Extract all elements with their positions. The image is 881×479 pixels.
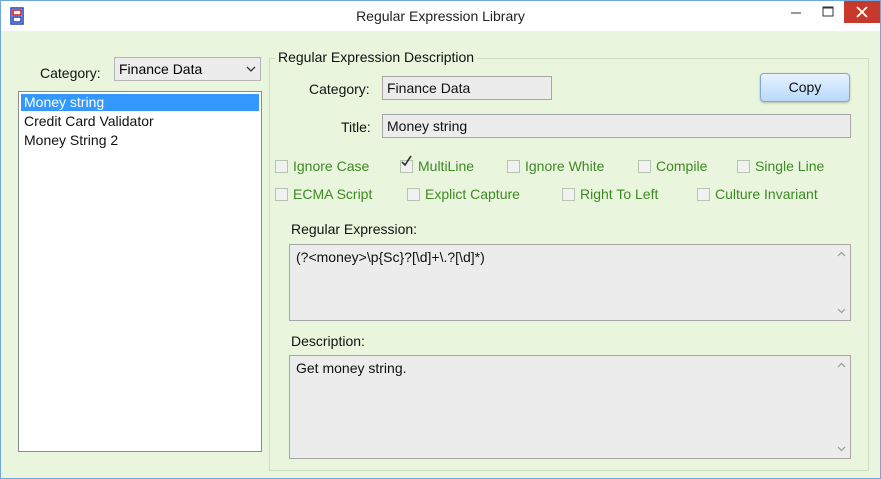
checkbox[interactable] — [737, 160, 750, 173]
checkbox[interactable] — [407, 188, 420, 201]
group-title: Regular Expression Description — [275, 49, 478, 65]
checkbox[interactable] — [697, 188, 710, 201]
close-button[interactable] — [844, 1, 880, 23]
title-label: Title: — [341, 119, 371, 135]
category-label: Category: — [40, 65, 101, 81]
checkbox[interactable] — [507, 160, 520, 173]
regex-label: Regular Expression: — [291, 221, 418, 237]
desc-category-field[interactable]: Finance Data — [382, 76, 552, 100]
checkbox[interactable] — [275, 160, 288, 173]
list-item[interactable]: Credit Card Validator — [21, 113, 259, 130]
description-textarea[interactable]: Get money string. — [289, 355, 851, 459]
maximize-button[interactable] — [812, 1, 844, 23]
title-field[interactable]: Money string — [382, 114, 851, 138]
title-bar: Regular Expression Library — [1, 1, 880, 31]
chevron-down-icon — [246, 66, 256, 72]
description-label: Description: — [291, 333, 365, 349]
option-label: Ignore Case — [293, 158, 370, 174]
description-text: Get money string. — [296, 360, 407, 376]
list-item[interactable]: Money string — [21, 94, 259, 111]
option-label: Explict Capture — [425, 186, 520, 202]
category-dropdown-value: Finance Data — [119, 61, 203, 77]
app-window: Regular Expression Library Category: Fin… — [0, 0, 881, 479]
client-area: Category: Finance Data Money string Cred… — [8, 31, 874, 471]
regex-text: (?<money>\p{Sc}?[\d]+\.?[\d]*) — [296, 249, 485, 265]
category-dropdown[interactable]: Finance Data — [114, 57, 261, 81]
option-label: Culture Invariant — [715, 186, 818, 202]
list-item[interactable]: Money String 2 — [21, 132, 259, 149]
option-label: Ignore White — [525, 158, 605, 174]
option-label: Compile — [656, 158, 708, 174]
option-label: Right To Left — [580, 186, 659, 202]
scroll-up-icon[interactable] — [837, 251, 846, 257]
checkmark-icon — [401, 155, 412, 167]
regex-list[interactable]: Money string Credit Card Validator Money… — [18, 91, 262, 452]
regex-textarea[interactable]: (?<money>\p{Sc}?[\d]+\.?[\d]*) — [289, 244, 851, 321]
checkbox[interactable] — [275, 188, 288, 201]
option-label: ECMA Script — [293, 186, 373, 202]
option-label: Single Line — [755, 158, 825, 174]
option-label: MultiLine — [418, 158, 475, 174]
minimize-button[interactable] — [780, 1, 812, 23]
desc-category-label: Category: — [309, 81, 370, 97]
scroll-down-icon[interactable] — [837, 308, 846, 314]
scroll-up-icon[interactable] — [837, 362, 846, 368]
checkbox[interactable] — [638, 160, 651, 173]
window-title: Regular Expression Library — [356, 8, 525, 24]
checkbox[interactable] — [562, 188, 575, 201]
scroll-down-icon[interactable] — [837, 446, 846, 452]
copy-button[interactable]: Copy — [760, 73, 850, 102]
